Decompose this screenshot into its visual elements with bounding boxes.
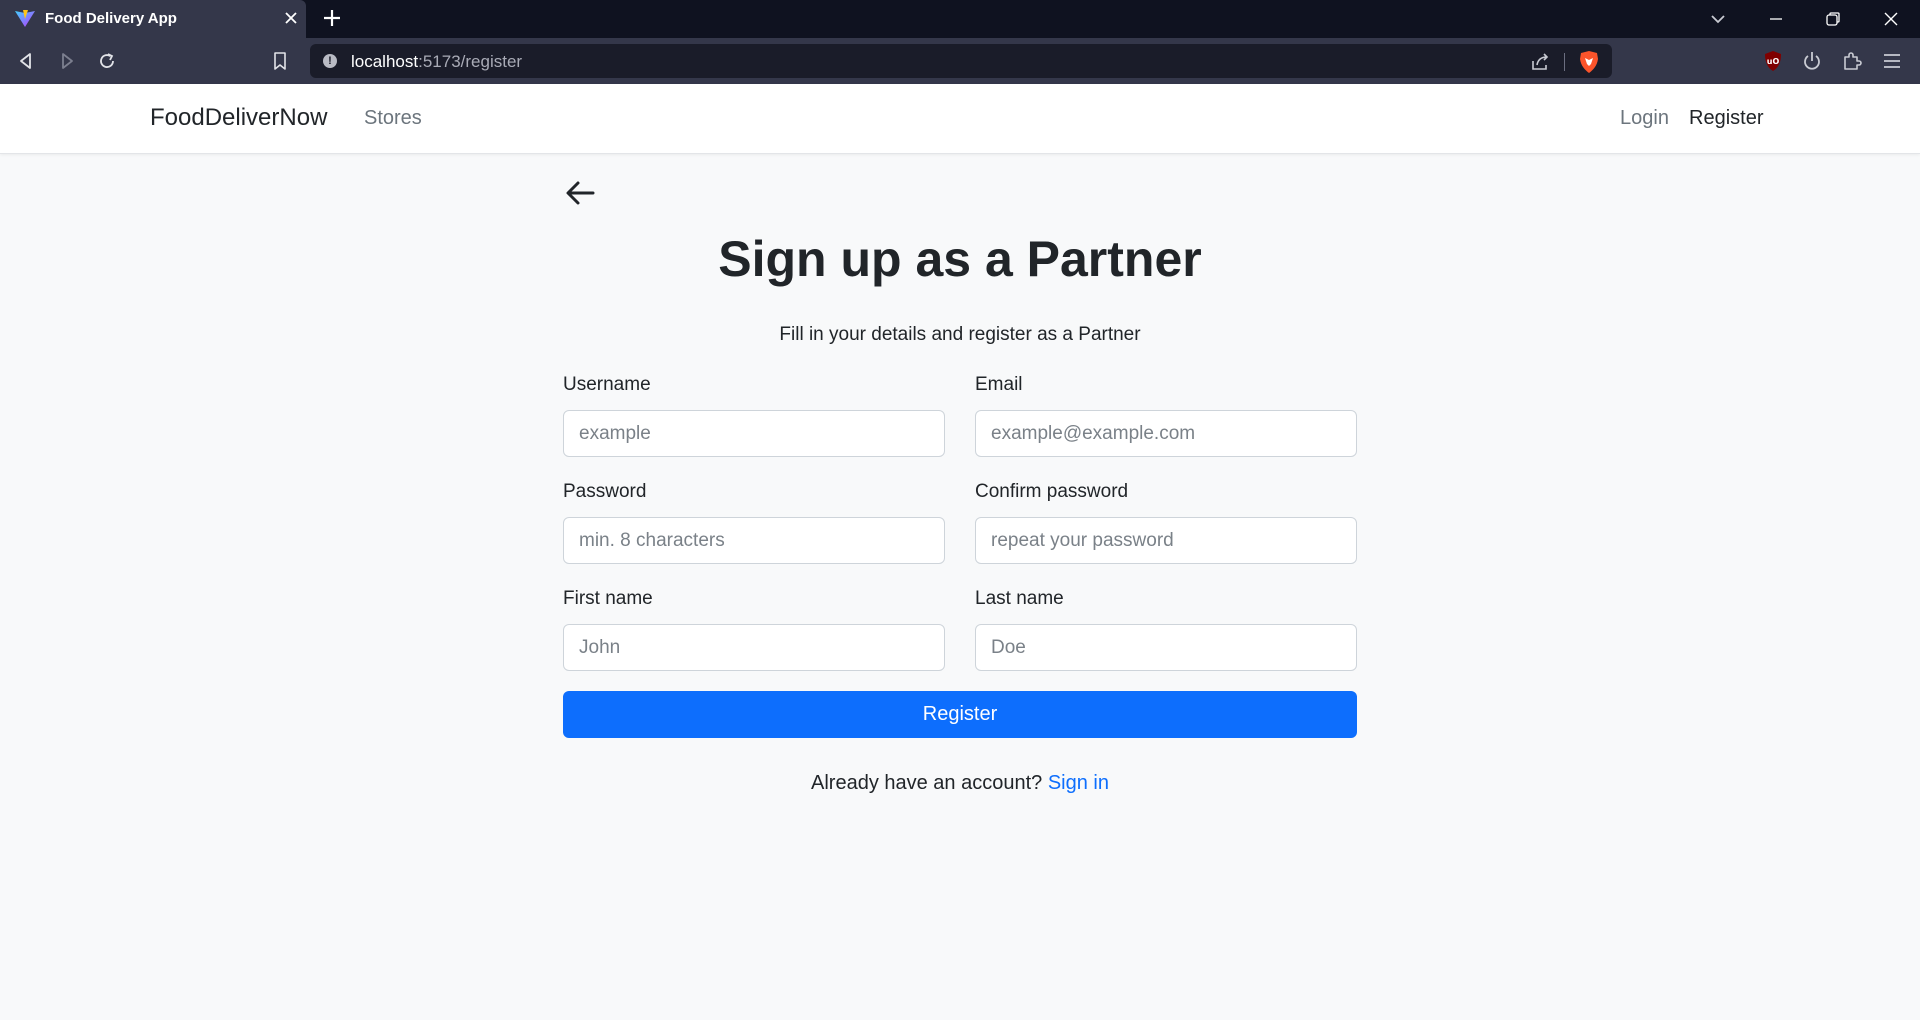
url-text[interactable]: localhost:5173/register [351,52,522,72]
password-input[interactable] [563,517,945,564]
register-button[interactable]: Register [563,691,1357,738]
extensions-icon[interactable] [1839,48,1865,74]
confirm-password-input[interactable] [975,517,1357,564]
address-bar[interactable]: ! localhost:5173/register [310,44,1612,78]
browser-tab-bar: Food Delivery App [0,0,1920,38]
restore-icon[interactable] [1813,4,1853,34]
signin-link[interactable]: Sign in [1048,772,1109,794]
ublock-icon[interactable]: uO [1760,48,1786,74]
svg-text:uO: uO [1767,57,1780,66]
page-title: Sign up as a Partner [718,231,1202,287]
back-icon[interactable] [12,47,40,75]
username-input[interactable] [563,410,945,457]
tab-title: Food Delivery App [45,10,177,27]
reload-icon[interactable] [93,47,121,75]
power-icon[interactable] [1799,48,1825,74]
page-subtitle: Fill in your details and register as a P… [779,324,1141,345]
close-window-icon[interactable] [1871,4,1911,34]
forward-icon[interactable] [53,47,81,75]
minimize-icon[interactable] [1756,4,1796,34]
menu-icon[interactable] [1879,48,1905,74]
signin-prompt: Already have an account? Sign in [563,772,1357,795]
signin-prompt-text: Already have an account? [811,772,1043,794]
close-tab-icon[interactable] [280,6,302,30]
password-label: Password [563,481,647,502]
confirm-password-label: Confirm password [975,481,1129,502]
browser-tab[interactable]: Food Delivery App [0,0,306,38]
nav-link-stores[interactable]: Stores [364,107,422,130]
share-icon[interactable] [1529,51,1551,73]
first-name-label: First name [563,588,653,609]
arrow-left-icon[interactable] [563,176,597,210]
new-tab-icon[interactable] [318,4,346,32]
nav-link-register[interactable]: Register [1689,107,1763,130]
brave-shields-icon[interactable] [1578,50,1600,74]
email-label: Email [975,374,1023,395]
bookmark-icon[interactable] [266,47,294,75]
browser-toolbar: ! localhost:5173/register uO [0,38,1920,84]
site-info-icon[interactable]: ! [323,54,337,68]
chevron-down-icon[interactable] [1706,8,1730,30]
site-navbar: FoodDeliverNow Stores Login Register [0,84,1920,154]
brand-logo[interactable]: FoodDeliverNow [150,104,327,132]
last-name-label: Last name [975,588,1064,609]
email-input[interactable] [975,410,1357,457]
last-name-input[interactable] [975,624,1357,671]
first-name-input[interactable] [563,624,945,671]
vite-logo-icon [15,10,35,28]
nav-link-login[interactable]: Login [1620,107,1669,130]
username-label: Username [563,374,651,395]
divider [1564,53,1565,71]
